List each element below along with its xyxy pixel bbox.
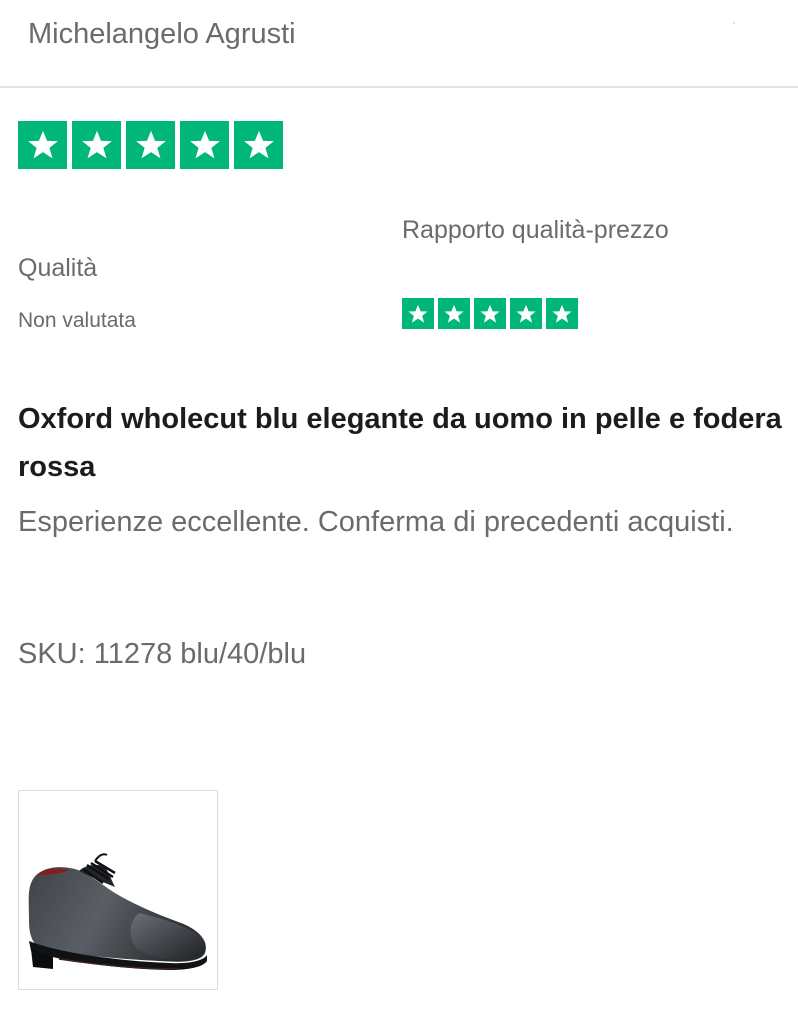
reviewer-name[interactable]: Michelangelo Agrusti bbox=[28, 18, 296, 51]
star-icon bbox=[402, 298, 434, 329]
header-decoration bbox=[733, 22, 735, 24]
star-icon bbox=[180, 121, 229, 169]
star-icon bbox=[510, 298, 542, 329]
shoe-photo-icon bbox=[28, 853, 207, 970]
overall-rating-stars bbox=[18, 121, 288, 169]
review-photo-thumbnail[interactable] bbox=[18, 790, 218, 990]
value-for-money-stars bbox=[402, 298, 582, 329]
review-body: Esperienze eccellente. Conferma di prece… bbox=[18, 506, 734, 538]
star-icon bbox=[438, 298, 470, 329]
sku-value: 11278 blu/40/blu bbox=[93, 638, 307, 670]
sku-line: SKU: 11278 blu/40/blu bbox=[18, 638, 306, 671]
star-icon bbox=[474, 298, 506, 329]
star-icon bbox=[234, 121, 283, 169]
star-icon bbox=[546, 298, 578, 329]
product-title: Oxford wholecut blu elegante da uomo in … bbox=[18, 403, 782, 483]
star-icon bbox=[72, 121, 121, 169]
quality-label: Qualità bbox=[18, 254, 98, 282]
quality-value: Non valutata bbox=[18, 309, 136, 332]
review-header: Michelangelo Agrusti bbox=[0, 0, 798, 88]
star-icon bbox=[126, 121, 175, 169]
star-icon bbox=[18, 121, 67, 169]
sku-label: SKU: bbox=[18, 638, 86, 670]
value-for-money-label: Rapporto qualità-prezzo bbox=[402, 216, 669, 244]
